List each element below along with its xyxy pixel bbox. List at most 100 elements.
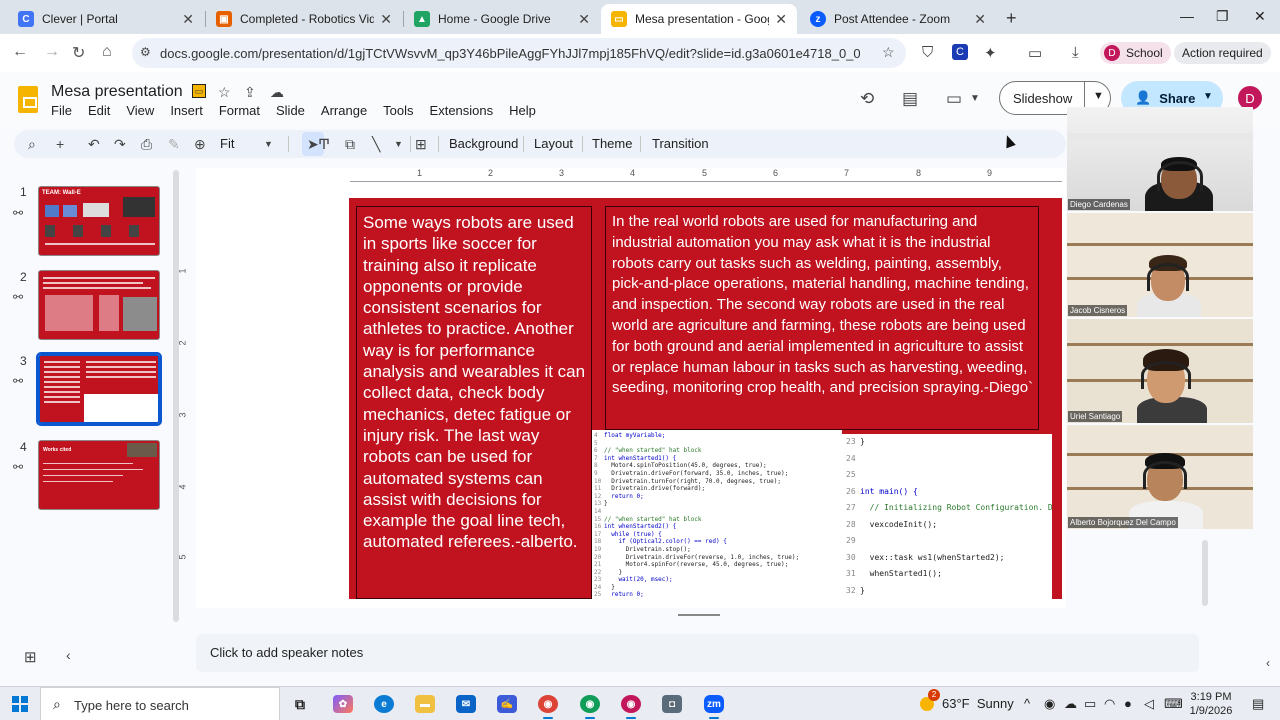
theme-button[interactable]: Theme [592,136,632,151]
code-screenshot-right[interactable]: 23} 24 25 26 int main() {27 // Initializing … [842,434,1052,599]
menu-help[interactable]: Help [509,103,536,118]
task-view-icon[interactable]: ⧉ [290,695,310,713]
search-menus-icon[interactable]: ⌕ [28,136,36,153]
restore-icon[interactable]: ❐ [1216,8,1229,25]
zoom-app-icon[interactable]: zm [704,695,724,719]
zoom-participant-tile[interactable]: Alberto Bojorquez Del Campo [1067,425,1253,529]
chrome-icon[interactable]: ◉ [538,695,558,719]
shield-extension-icon[interactable]: ⛉ [922,44,933,61]
transition-button[interactable]: Transition [652,136,709,151]
speaker-notes[interactable]: Click to add speaker notes [196,634,1199,672]
mail-icon[interactable]: ✉ [456,695,476,713]
bookmark-star-icon[interactable]: ☆ [882,44,895,61]
speaker-icon[interactable]: ◁ [1144,696,1154,712]
line-tool-icon[interactable]: ╲ [372,136,380,153]
download-icon[interactable]: ⤓ [1072,44,1079,61]
undo-icon[interactable]: ↶ [88,136,100,153]
home-icon[interactable]: ⌂ [102,43,112,61]
cast-icon[interactable]: ▭ [1028,44,1042,62]
text-box-icon[interactable]: Ͳ [318,136,330,153]
canvas-scrollbar[interactable] [1202,540,1208,606]
minimize-icon[interactable]: — [1180,8,1194,24]
menu-insert[interactable]: Insert [170,103,203,118]
close-icon[interactable]: ✕ [380,11,392,28]
chevron-down-icon[interactable]: ▼ [1093,90,1104,102]
slides-badge-icon[interactable]: ▭ [192,84,206,98]
copilot-icon[interactable]: ✿ [333,695,353,713]
window-close-icon[interactable]: ✕ [1254,8,1266,25]
meet-video-icon[interactable]: ▭ [946,89,962,109]
chrome-profile-icon[interactable]: ◉ [580,695,600,719]
menu-tools[interactable]: Tools [383,103,413,118]
select-cursor-icon[interactable]: ➤ [307,136,319,153]
back-icon[interactable]: ← [12,43,28,61]
chevron-left-icon[interactable]: ‹ [66,647,71,663]
omnibox[interactable]: ⚙ docs.google.com/presentation/d/1gjTCtV… [132,38,906,68]
slide-thumbnail-1[interactable]: TEAM: Wall-E [38,186,160,256]
cloud-saved-icon[interactable]: ☁ [270,84,284,101]
whiteboard-icon[interactable]: ✍ [497,695,517,713]
star-icon[interactable]: ☆ [218,84,231,101]
slide-thumbnail-4[interactable]: Works cited [38,440,160,510]
side-panel-chevron-icon[interactable]: ‹ [1266,656,1270,670]
microphone-icon[interactable]: ● [1124,696,1132,711]
menu-arrange[interactable]: Arrange [321,103,367,118]
insert-image-icon[interactable]: ⧉ [345,136,355,153]
chevron-down-icon[interactable]: ▼ [394,139,403,149]
clever-extension-icon[interactable]: C [952,44,968,60]
notifications-icon[interactable]: ▤ [1252,696,1264,712]
slides-logo-icon[interactable] [18,86,38,113]
grid-view-icon[interactable]: ⊞ [24,648,37,666]
redo-icon[interactable]: ↷ [114,136,126,153]
profile-chip[interactable]: D School [1100,42,1171,64]
battery-icon[interactable]: ▭ [1084,696,1096,712]
zoom-select[interactable]: Fit [220,136,234,151]
new-tab-icon[interactable]: + [1006,8,1017,29]
add-comment-icon[interactable]: ⊞ [415,136,427,153]
chevron-down-icon[interactable]: ▼ [264,139,273,149]
close-icon[interactable]: ✕ [578,11,590,28]
version-history-icon[interactable]: ⟲ [860,89,874,109]
slide-thumbnail-2[interactable] [38,270,160,340]
zoom-participant-tile[interactable]: Jacob Cisneros [1067,213,1253,317]
menu-slide[interactable]: Slide [276,103,305,118]
taskbar-search[interactable]: ⌕ Type here to search [40,687,280,720]
zoom-participant-tile[interactable]: Diego Cardenas [1067,107,1253,211]
file-explorer-icon[interactable]: ▬ [415,695,435,713]
comments-icon[interactable]: ▤ [902,89,918,109]
site-info-icon[interactable]: ⚙ [140,45,151,59]
move-folder-icon[interactable]: ⇪ [244,84,256,101]
menu-edit[interactable]: Edit [88,103,110,118]
chevron-up-icon[interactable]: ^ [1024,696,1030,711]
system-clock[interactable]: 3:19 PM 1/9/2026 [1186,690,1236,718]
tab-robotics-video[interactable]: ▣ Completed - Robotics Video ✕ [206,4,402,34]
wifi-icon[interactable]: ◠ [1104,696,1115,712]
print-icon[interactable]: ⎙ [141,136,152,153]
tab-google-drive[interactable]: ▲ Home - Google Drive ✕ [404,4,600,34]
document-title[interactable]: Mesa presentation [51,83,183,101]
tab-mesa-presentation[interactable]: ▭ Mesa presentation - Google Slides ✕ [601,4,797,34]
weather-widget[interactable]: 2 63°F Sunny [920,688,1014,711]
reload-icon[interactable]: ↻ [72,43,85,63]
chevron-down-icon[interactable]: ▼ [1203,91,1213,102]
zoom-icon[interactable]: ⊕ [194,136,206,153]
chrome-school-icon[interactable]: ◉ [621,695,641,719]
camera-icon[interactable]: ◘ [662,695,682,713]
layout-button[interactable]: Layout [534,136,573,151]
zoom-participant-tile[interactable]: Uriel Santiago [1067,319,1253,423]
keyboard-icon[interactable]: ⌨ [1164,696,1183,712]
notes-resize-handle[interactable] [678,614,720,616]
new-slide-icon[interactable]: + [56,136,64,152]
action-required-button[interactable]: Action required [1174,42,1271,64]
url-text[interactable]: docs.google.com/presentation/d/1gjTCtVWs… [160,46,860,61]
edge-icon[interactable]: e [374,695,394,713]
chevron-down-icon[interactable]: ▼ [970,93,980,104]
speaker-notes-placeholder[interactable]: Click to add speaker notes [210,645,363,660]
code-screenshot-left[interactable]: 4 float myVariable; 5 6 // "when started" ha… [592,430,842,599]
close-icon[interactable]: ✕ [974,11,986,28]
left-text-box[interactable]: Some ways robots are used in sports like… [363,212,589,553]
menu-format[interactable]: Format [219,103,260,118]
close-icon[interactable]: ✕ [775,11,787,28]
forward-icon[interactable]: → [44,43,60,61]
menu-view[interactable]: View [126,103,154,118]
